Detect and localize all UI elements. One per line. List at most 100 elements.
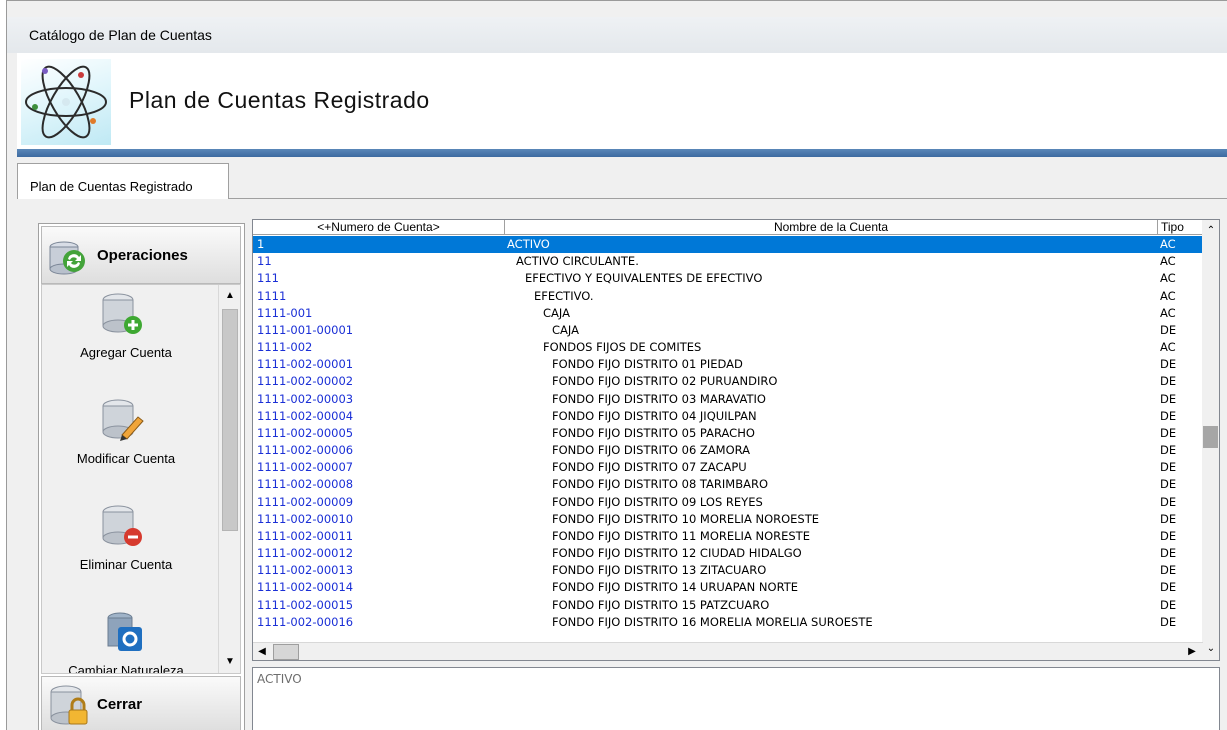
account-number-cell: 1111 — [257, 288, 287, 303]
account-number-cell: 1111-002-00016 — [257, 614, 354, 629]
table-row[interactable]: 1111-001-00001 CAJA DE — [253, 322, 1203, 339]
database-add-icon — [100, 291, 144, 342]
account-name-cell: FONDO FIJO DISTRITO 11 MORELIA NORESTE — [552, 528, 810, 543]
account-name-cell: FONDO FIJO DISTRITO 13 ZITACUARO — [552, 563, 767, 578]
account-name-cell: ACTIVO — [507, 237, 550, 251]
table-row[interactable]: 1111-002-00016 FONDO FIJO DISTRITO 16 MOR… — [253, 614, 1203, 631]
account-number-cell: 1111-002-00010 — [257, 511, 354, 526]
account-number-cell: 1111-002-00002 — [257, 374, 354, 389]
grid-horizontal-scrollbar[interactable]: ◀ ▶ — [253, 642, 1203, 660]
account-type-cell: DE — [1160, 546, 1177, 561]
account-type-cell: DE — [1160, 494, 1177, 509]
column-header-nombre[interactable]: Nombre de la Cuenta — [505, 220, 1158, 235]
account-number-cell: 1111-001-00001 — [257, 322, 354, 337]
delete-account-label: Eliminar Cuenta — [79, 557, 173, 572]
table-row[interactable]: 1111-002-00008 FONDO FIJO DISTRITO 08 TAR… — [253, 476, 1203, 493]
close-button[interactable]: Cerrar — [41, 676, 241, 730]
table-row[interactable]: 1111-001 CAJA AC — [253, 305, 1203, 322]
table-row[interactable]: 11 ACTIVO CIRCULANTE. AC — [253, 253, 1203, 270]
table-row[interactable]: 1111-002-00002 FONDO FIJO DISTRITO 02 PUR… — [253, 373, 1203, 390]
account-name-cell: FONDO FIJO DISTRITO 12 CIUDAD HIDALGO — [552, 546, 802, 561]
grid-rows: 1 ACTIVO AC 11 ACTIVO CIRCULANTE. AC 111 EFECTI… — [253, 236, 1203, 631]
scrollbar-thumb[interactable] — [273, 644, 299, 660]
account-number-cell: 1111-001 — [257, 305, 313, 320]
account-number-cell: 11 — [257, 254, 272, 269]
scroll-left-icon[interactable]: ◀ — [253, 643, 271, 660]
scroll-down-icon[interactable]: ▼ — [221, 653, 239, 671]
table-row[interactable]: 1111-002-00015 FONDO FIJO DISTRITO 15 PAT… — [253, 597, 1203, 614]
account-name-cell: FONDO FIJO DISTRITO 14 URUAPAN NORTE — [552, 580, 799, 595]
account-type-cell: DE — [1160, 580, 1177, 595]
account-number-cell: 1111-002-00014 — [257, 580, 354, 595]
account-type-cell: AC — [1160, 340, 1176, 355]
table-row[interactable]: 1111-002-00012 FONDO FIJO DISTRITO 12 CIU… — [253, 545, 1203, 562]
table-row[interactable]: 1111-002-00007 FONDO FIJO DISTRITO 07 ZAC… — [253, 459, 1203, 476]
table-row[interactable]: 1111-002-00013 FONDO FIJO DISTRITO 13 ZIT… — [253, 562, 1203, 579]
account-number-cell: 1111-002-00011 — [257, 528, 354, 543]
account-name-cell: FONDO FIJO DISTRITO 15 PATZCUARO — [552, 597, 770, 612]
table-row[interactable]: 111 EFECTIVO Y EQUIVALENTES DE EFECTIVO AC — [253, 270, 1203, 287]
account-type-cell: DE — [1160, 528, 1177, 543]
tab-content: Operaciones Agregar Cuenta Modificar Cue… — [17, 199, 1220, 730]
column-header-numero[interactable]: <+Numero de Cuenta> — [253, 220, 505, 235]
scrollbar-thumb[interactable] — [222, 309, 238, 531]
database-lock-icon — [48, 684, 92, 730]
database-edit-icon — [100, 397, 144, 448]
account-number-cell: 111 — [257, 271, 279, 286]
account-name-cell: EFECTIVO. — [534, 288, 594, 303]
operations-label: Operaciones — [97, 247, 188, 264]
account-type-cell: DE — [1160, 614, 1177, 629]
account-detail-box[interactable]: ACTIVO — [252, 667, 1220, 730]
change-nature-label: Cambiar Naturaleza — [68, 663, 184, 674]
account-number-cell: 1111-002-00013 — [257, 563, 354, 578]
table-row[interactable]: 1 ACTIVO AC — [253, 236, 1203, 254]
table-row[interactable]: 1111-002-00001 FONDO FIJO DISTRITO 01 PIE… — [253, 356, 1203, 373]
grid-vertical-scrollbar[interactable]: ⌃ ⌄ — [1202, 220, 1219, 660]
table-row[interactable]: 1111-002-00009 FONDO FIJO DISTRITO 09 LOS… — [253, 494, 1203, 511]
account-type-cell: AC — [1160, 288, 1176, 303]
operations-panel: Operaciones Agregar Cuenta Modificar Cue… — [38, 223, 245, 730]
edit-account-button[interactable]: Modificar Cuenta — [42, 391, 210, 491]
account-number-cell: 1111-002-00008 — [257, 477, 354, 492]
account-type-cell: AC — [1160, 271, 1176, 286]
account-name-cell: EFECTIVO Y EQUIVALENTES DE EFECTIVO — [525, 271, 763, 286]
account-number-cell: 1111-002-00009 — [257, 494, 354, 509]
table-row[interactable]: 1111-002-00006 FONDO FIJO DISTRITO 06 ZAM… — [253, 442, 1203, 459]
header-divider — [17, 149, 1227, 157]
account-number-cell: 1111-002-00001 — [257, 357, 354, 372]
header-banner: Plan de Cuentas Registrado — [17, 53, 1227, 149]
table-row[interactable]: 1111-002-00014 FONDO FIJO DISTRITO 14 URU… — [253, 579, 1203, 596]
operations-scrollbar[interactable]: ▲ ▼ — [218, 285, 240, 673]
column-header-tipo[interactable]: Tipo — [1158, 220, 1203, 235]
tab-strip: Plan de Cuentas Registrado — [17, 157, 1227, 200]
scroll-up-icon[interactable]: ▲ — [221, 287, 239, 305]
account-type-cell: DE — [1160, 357, 1177, 372]
delete-account-button[interactable]: Eliminar Cuenta — [42, 497, 210, 597]
scrollbar-thumb[interactable] — [1203, 426, 1218, 448]
account-detail-text: ACTIVO — [257, 672, 302, 686]
tab-plan-de-cuentas[interactable]: Plan de Cuentas Registrado — [17, 163, 229, 200]
accounts-grid[interactable]: <+Numero de Cuenta> Nombre de la Cuenta … — [252, 219, 1220, 661]
table-row[interactable]: 1111-002-00011 FONDO FIJO DISTRITO 11 MOR… — [253, 528, 1203, 545]
add-account-button[interactable]: Agregar Cuenta — [42, 285, 210, 385]
account-name-cell: FONDO FIJO DISTRITO 16 MORELIA MORELIA S… — [552, 614, 873, 629]
account-name-cell: FONDO FIJO DISTRITO 10 MORELIA NOROESTE — [552, 511, 820, 526]
change-nature-button[interactable]: Cambiar Naturaleza — [42, 603, 210, 674]
table-row[interactable]: 1111 EFECTIVO. AC — [253, 288, 1203, 305]
account-name-cell: FONDO FIJO DISTRITO 04 JIQUILPAN — [552, 408, 757, 423]
scroll-right-icon[interactable]: ▶ — [1183, 643, 1201, 660]
table-row[interactable]: 1111-002 FONDOS FIJOS DE COMITES AC — [253, 339, 1203, 356]
table-row[interactable]: 1111-002-00010 FONDO FIJO DISTRITO 10 MOR… — [253, 511, 1203, 528]
title-bar[interactable]: Catálogo de Plan de Cuentas — [7, 17, 1227, 53]
app-window: Catálogo de Plan de Cuentas Plan de Cuen… — [6, 0, 1227, 730]
table-row[interactable]: 1111-002-00003 FONDO FIJO DISTRITO 03 MAR… — [253, 391, 1203, 408]
account-number-cell: 1111-002-00003 — [257, 391, 354, 406]
table-row[interactable]: 1111-002-00004 FONDO FIJO DISTRITO 04 JIQ… — [253, 408, 1203, 425]
table-row[interactable]: 1111-002-00005 FONDO FIJO DISTRITO 05 PAR… — [253, 425, 1203, 442]
account-name-cell: CAJA — [552, 322, 579, 337]
scroll-down-icon[interactable]: ⌄ — [1202, 640, 1219, 658]
scroll-up-icon[interactable]: ⌃ — [1202, 222, 1219, 240]
account-number-cell: 1111-002-00005 — [257, 425, 354, 440]
page-title: Plan de Cuentas Registrado — [129, 87, 430, 113]
operations-header[interactable]: Operaciones — [41, 226, 241, 284]
